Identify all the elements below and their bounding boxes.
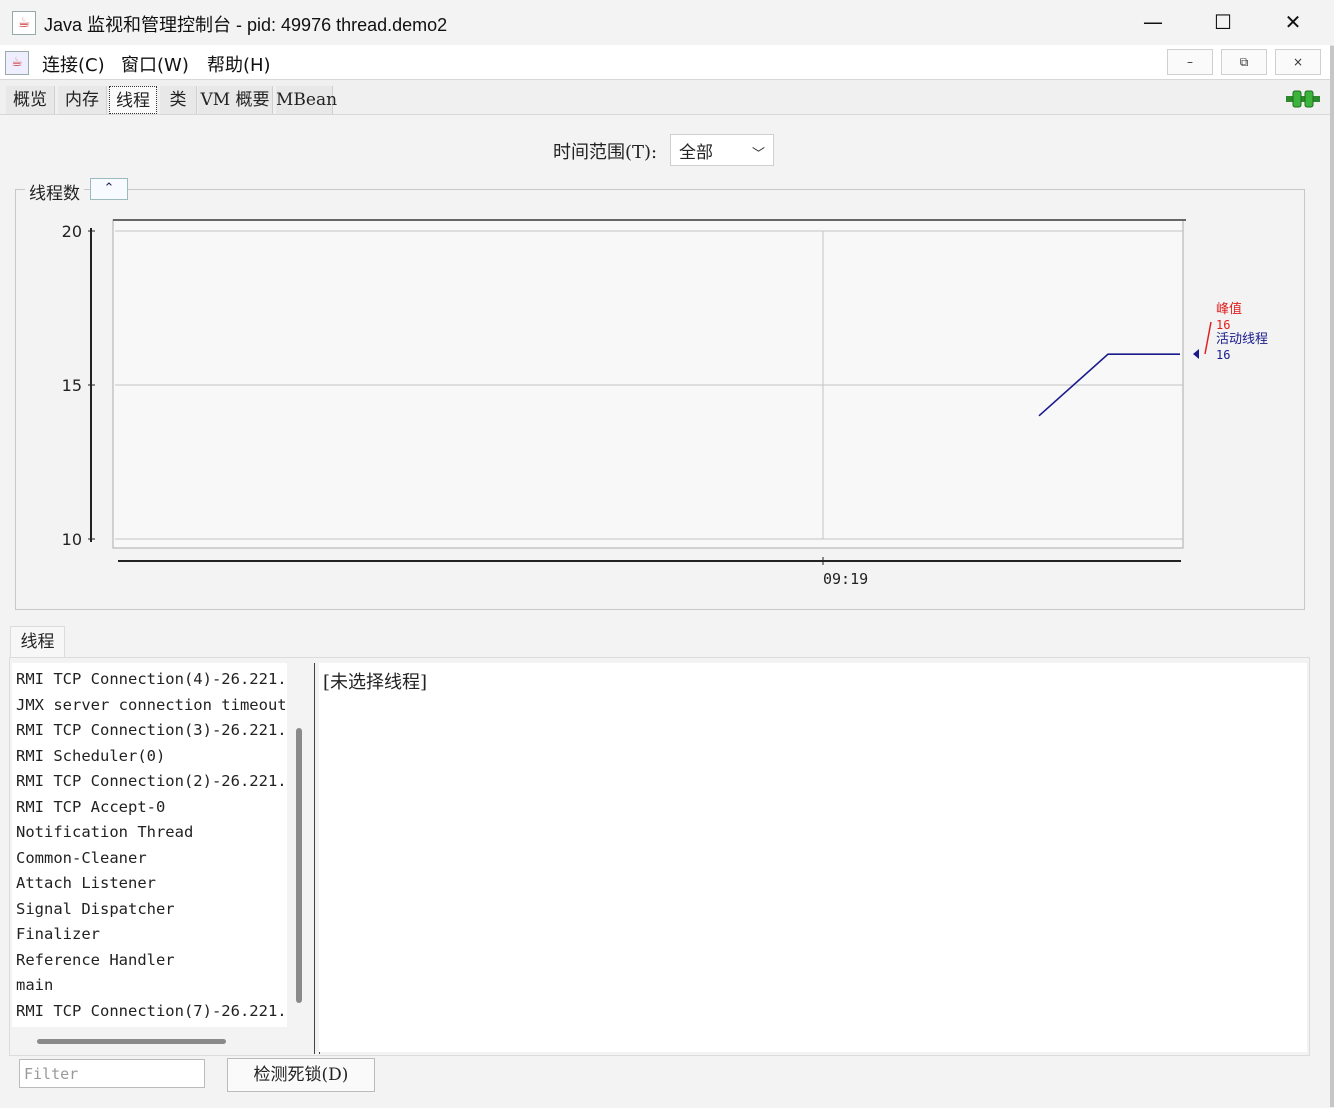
- y-tick-label: 15: [62, 376, 82, 395]
- thread-list-item[interactable]: RMI TCP Connection(7)-26.221.1: [16, 1002, 287, 1020]
- thread-list-item[interactable]: RMI TCP Connection(2)-26.221.1: [16, 772, 287, 790]
- plot-area: [112, 219, 1184, 549]
- thread-list-item[interactable]: Finalizer: [16, 925, 100, 943]
- thread-list-item[interactable]: Attach Listener: [16, 874, 156, 892]
- thread-detail-text: [未选择线程]: [323, 672, 428, 693]
- threads-panel-tab[interactable]: 线程: [10, 626, 65, 657]
- active-threads-marker: [1193, 349, 1199, 359]
- legend-peak-label: 峰值: [1216, 301, 1242, 317]
- peak-marker: [1204, 321, 1212, 355]
- thread-list-item[interactable]: JMX server connection timeout: [16, 696, 287, 714]
- detect-deadlock-button[interactable]: 检测死锁(D): [227, 1058, 375, 1092]
- thread-list-item[interactable]: RMI TCP Connection(4)-26.221.1: [16, 670, 287, 688]
- thread-list[interactable]: RMI TCP Connection(4)-26.221.1 JMX server…: [12, 663, 287, 1027]
- thread-list-hscroll-thumb[interactable]: [37, 1039, 226, 1044]
- thread-list-item[interactable]: Signal Dispatcher: [16, 900, 175, 918]
- thread-list-item[interactable]: Common-Cleaner: [16, 849, 147, 867]
- filter-input[interactable]: [19, 1059, 205, 1088]
- thread-count-chart: 10152009:19峰值16活动线程16: [62, 219, 1268, 588]
- thread-list-item[interactable]: Notification Thread: [16, 823, 193, 841]
- legend-peak-value: 16: [1216, 318, 1230, 332]
- thread-list-item[interactable]: RMI TCP Accept-0: [16, 798, 165, 816]
- legend-active-value: 16: [1216, 348, 1230, 362]
- thread-list-item[interactable]: RMI TCP Connection(3)-26.221.1: [16, 721, 287, 739]
- x-tick-label: 09:19: [823, 570, 868, 588]
- y-tick-label: 10: [62, 530, 82, 549]
- thread-detail-pane[interactable]: [319, 663, 1307, 1052]
- thread-list-scroll-thumb[interactable]: [296, 728, 302, 1003]
- y-tick-label: 20: [62, 222, 82, 241]
- thread-list-item[interactable]: RMI Scheduler(0): [16, 747, 165, 765]
- thread-list-item[interactable]: Reference Handler: [16, 951, 175, 969]
- thread-list-item[interactable]: main: [16, 976, 53, 994]
- legend-active-label: 活动线程: [1216, 332, 1268, 347]
